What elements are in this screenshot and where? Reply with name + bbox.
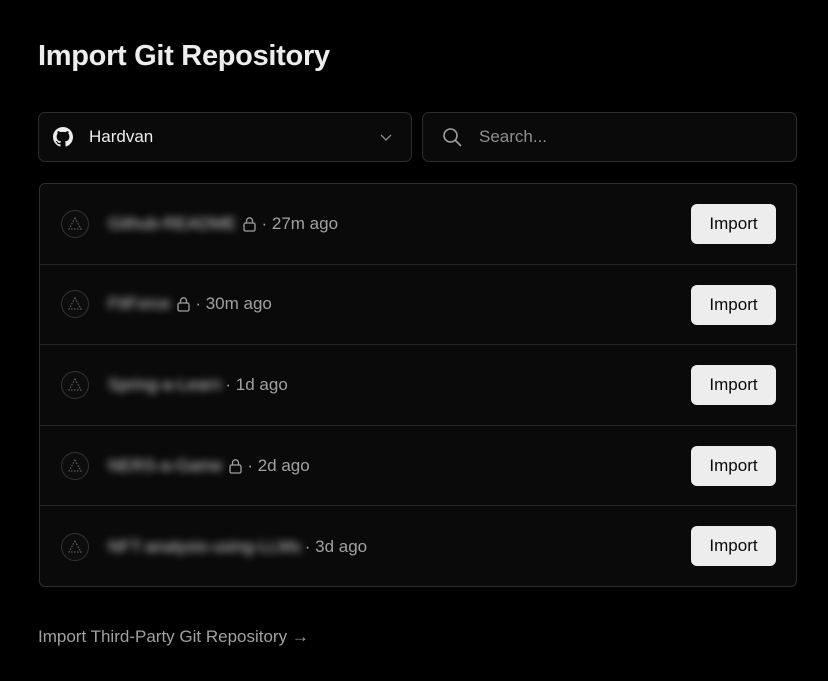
import-button[interactable]: Import: [691, 445, 776, 486]
repo-row: Github-README · 27m ago Import: [40, 184, 796, 265]
import-button[interactable]: Import: [691, 526, 776, 567]
repo-name[interactable]: NFT-analysis-using-LLMs: [108, 537, 301, 557]
search-box: [422, 112, 797, 162]
lock-icon: [176, 296, 191, 313]
repo-updated: · 30m ago: [195, 294, 272, 314]
repo-updated: · 27m ago: [261, 213, 339, 233]
import-button[interactable]: Import: [691, 284, 776, 325]
import-button[interactable]: Import: [691, 204, 776, 244]
search-input[interactable]: [477, 112, 796, 162]
repo-name[interactable]: NERS-a-Game: [108, 456, 222, 476]
page-title: Import Git Repository: [38, 40, 330, 72]
github-icon: [53, 127, 73, 147]
account-name: Hardvan: [89, 127, 154, 146]
lock-icon: [242, 216, 257, 232]
repo-triangle-icon: [61, 451, 89, 480]
repo-updated: · 2d ago: [247, 455, 310, 475]
search-icon: [441, 126, 463, 148]
repo-row: Spring-a-Learn · 1d ago Import: [40, 345, 796, 426]
repo-row: FitForce · 30m ago Import: [40, 265, 796, 346]
import-third-party-link[interactable]: Import Third-Party Git Repository →: [38, 627, 309, 647]
account-select[interactable]: Hardvan: [38, 112, 412, 162]
repo-triangle-icon: [61, 370, 89, 399]
repo-name[interactable]: FitForce: [108, 294, 170, 314]
repo-updated: · 1d ago: [225, 374, 288, 394]
repo-triangle-icon: [61, 532, 89, 561]
repo-list: Github-README · 27m ago Import FitForce …: [39, 183, 797, 587]
repo-row: NFT-analysis-using-LLMs · 3d ago Import: [40, 506, 796, 586]
repo-name[interactable]: Github-README: [108, 214, 236, 234]
lock-icon: [228, 458, 243, 474]
import-button[interactable]: Import: [691, 365, 776, 406]
repo-updated: · 3d ago: [304, 536, 368, 556]
repo-row: NERS-a-Game · 2d ago Import: [40, 426, 796, 507]
repo-name[interactable]: Spring-a-Learn: [108, 375, 221, 395]
repo-triangle-icon: [61, 209, 89, 238]
chevron-down-icon: [379, 130, 393, 144]
repo-triangle-icon: [61, 290, 89, 319]
